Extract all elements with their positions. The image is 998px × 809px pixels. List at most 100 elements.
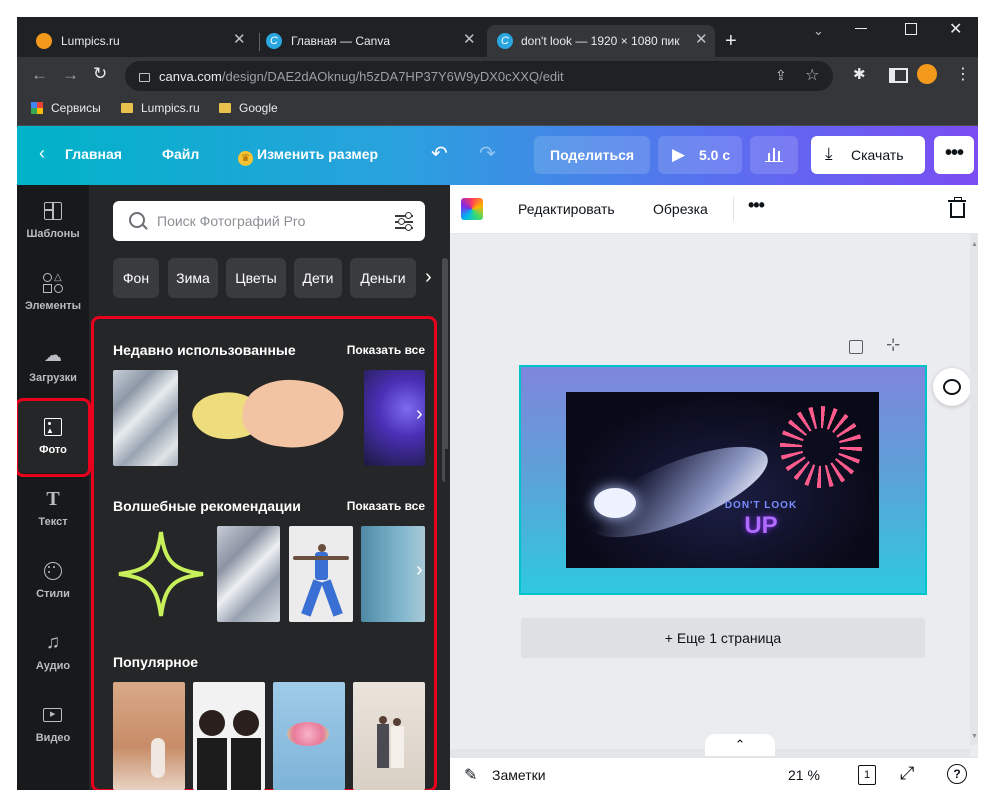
comment-icon — [943, 379, 961, 395]
add-more-pages-bar[interactable]: + Еще 1 страница — [521, 618, 925, 658]
tab-canva-home[interactable]: C Главная — Canva ✕ — [263, 25, 485, 57]
browser-menu-icon[interactable]: ⋮ — [955, 64, 971, 84]
bar-chart-icon — [765, 148, 783, 162]
undo-icon[interactable]: ↶ — [431, 141, 448, 166]
scroll-right-chevron-icon[interactable]: › — [416, 403, 438, 433]
bookmark-google[interactable]: Google — [219, 101, 278, 115]
photo-search-input[interactable]: Поиск Фотографий Pro — [113, 201, 425, 241]
url-text: canva.com/design/DAE2dAOknug/h5zDA7HP37Y… — [159, 69, 564, 84]
duplicate-page-icon[interactable] — [849, 340, 863, 354]
lock-icon — [139, 73, 150, 82]
maximize-icon[interactable] — [905, 23, 917, 35]
share-page-icon[interactable]: ⇪ — [775, 67, 787, 84]
photo-thumbnail[interactable] — [353, 682, 425, 790]
trash-icon[interactable] — [948, 197, 968, 219]
add-page-icon[interactable]: ⊹ — [886, 335, 900, 355]
photo-thumbnail[interactable] — [289, 526, 353, 622]
forward-arrow-icon[interactable]: → — [62, 65, 79, 85]
fullscreen-icon[interactable]: ⤢ — [900, 763, 914, 784]
chips-next-chevron-icon[interactable]: › — [425, 266, 432, 289]
photo-thumbnail[interactable] — [185, 370, 353, 466]
design-image[interactable]: DON'T LOOK UP — [566, 392, 879, 568]
more-dots-icon: ••• — [945, 142, 964, 164]
home-button[interactable]: Главная — [65, 146, 122, 162]
star-sparkle-thumbnail[interactable] — [113, 526, 209, 622]
new-tab-plus-icon[interactable]: + — [725, 30, 737, 53]
chevron-left-icon[interactable]: ‹ — [39, 143, 45, 164]
more-options-button[interactable]: ••• — [934, 136, 974, 174]
crop-button[interactable]: Обрезка — [653, 201, 708, 217]
editor-bottom-bar: ✎ Заметки 21 % 1 ⤢ ? — [450, 757, 978, 790]
comment-add-button[interactable] — [933, 368, 971, 406]
nav-text[interactable]: T Текст — [17, 473, 89, 545]
section-title-popular: Популярное — [113, 654, 199, 670]
tab-lumpics[interactable]: Lumpics.ru ✕ — [33, 25, 253, 57]
chip-money[interactable]: Деньги — [350, 258, 416, 298]
extensions-puzzle-icon[interactable]: ✱ — [853, 65, 866, 83]
bookmark-lumpics[interactable]: Lumpics.ru — [121, 101, 200, 115]
tab-design-active[interactable]: C don't look — 1920 × 1080 пик ✕ — [487, 25, 715, 57]
show-all-magic-link[interactable]: Показать все — [347, 499, 425, 513]
tab-search-chevron-icon[interactable]: ⌄ — [813, 23, 824, 39]
photo-thumbnail[interactable] — [273, 682, 345, 790]
design-page[interactable]: DON'T LOOK UP — [519, 365, 927, 595]
expand-pages-chevron-icon[interactable]: ⌃ — [705, 734, 775, 756]
download-icon: ⤓ — [825, 144, 833, 163]
canvas-scrollbar[interactable]: ▲ ▼ — [970, 234, 978, 745]
minimize-icon[interactable] — [855, 28, 867, 29]
nav-video[interactable]: ▶ Видео — [17, 689, 89, 761]
page-count-button[interactable]: 1 — [858, 765, 876, 785]
show-all-recent-link[interactable]: Показать все — [347, 343, 425, 357]
zoom-level[interactable]: 21 % — [788, 767, 820, 783]
close-tab-icon[interactable]: ✕ — [695, 30, 708, 48]
redo-icon[interactable]: ↷ — [479, 141, 496, 166]
insights-button[interactable] — [750, 136, 798, 174]
chip-flowers[interactable]: Цветы — [226, 258, 286, 298]
share-button[interactable]: Поделиться — [534, 136, 650, 174]
photo-thumbnail[interactable] — [113, 370, 178, 466]
filter-sliders-icon[interactable] — [395, 212, 413, 231]
bookmark-services[interactable]: Сервисы — [31, 101, 101, 115]
close-tab-icon[interactable]: ✕ — [233, 30, 246, 48]
nav-uploads[interactable]: ☁ Загрузки — [17, 329, 89, 401]
resize-button[interactable]: ♛ Изменить размер — [238, 146, 378, 166]
photos-panel: Поиск Фотографий Pro Фон Зима Цветы Дети… — [89, 185, 450, 790]
photo-thumbnail[interactable] — [113, 682, 185, 790]
video-icon: ▶ — [43, 705, 63, 725]
more-dots-icon[interactable]: ••• — [748, 195, 765, 216]
browser-window: Lumpics.ru ✕ C Главная — Canva ✕ C don't… — [17, 17, 978, 790]
photo-thumbnail[interactable] — [193, 682, 265, 790]
palette-icon — [43, 561, 63, 581]
scroll-right-chevron-icon[interactable]: › — [416, 559, 438, 589]
templates-icon — [43, 201, 63, 221]
notes-icon: ✎ — [464, 767, 478, 784]
nav-elements[interactable]: △ Элементы — [17, 257, 89, 329]
section-title-magic: Волшебные рекомендации — [113, 498, 301, 514]
download-button[interactable]: ⤓ Скачать — [811, 136, 925, 174]
back-arrow-icon[interactable]: ← — [31, 65, 48, 85]
canva-icon: C — [497, 33, 513, 49]
file-menu-button[interactable]: Файл — [162, 146, 199, 162]
edit-image-button[interactable]: Редактировать — [518, 201, 615, 217]
close-tab-icon[interactable]: ✕ — [463, 30, 476, 48]
profile-avatar[interactable] — [917, 64, 937, 84]
play-button[interactable]: ▶ 5.0 с — [658, 136, 742, 174]
chip-children[interactable]: Дети — [294, 258, 342, 298]
nav-templates[interactable]: Шаблоны — [17, 185, 89, 257]
side-panel-icon[interactable] — [889, 68, 908, 83]
bookmark-star-icon[interactable]: ☆ — [805, 65, 819, 85]
help-icon[interactable]: ? — [947, 764, 967, 784]
nav-audio[interactable]: ♫ Аудио — [17, 617, 89, 689]
address-bar[interactable]: canva.com/design/DAE2dAOknug/h5zDA7HP37Y… — [125, 61, 833, 91]
color-picker-icon[interactable] — [461, 198, 483, 220]
photo-thumbnail[interactable] — [217, 526, 280, 622]
notes-button[interactable]: Заметки — [492, 767, 546, 783]
lumpics-orange-icon — [36, 33, 52, 49]
close-window-icon[interactable]: ✕ — [949, 19, 962, 39]
chip-winter[interactable]: Зима — [168, 258, 218, 298]
music-note-icon: ♫ — [45, 632, 61, 653]
reload-icon[interactable]: ↻ — [93, 64, 107, 84]
left-navigation: Шаблоны △ Элементы ☁ Загрузки ▲ Фото T Т… — [17, 185, 89, 790]
nav-styles[interactable]: Стили — [17, 545, 89, 617]
chip-background[interactable]: Фон — [113, 258, 159, 298]
